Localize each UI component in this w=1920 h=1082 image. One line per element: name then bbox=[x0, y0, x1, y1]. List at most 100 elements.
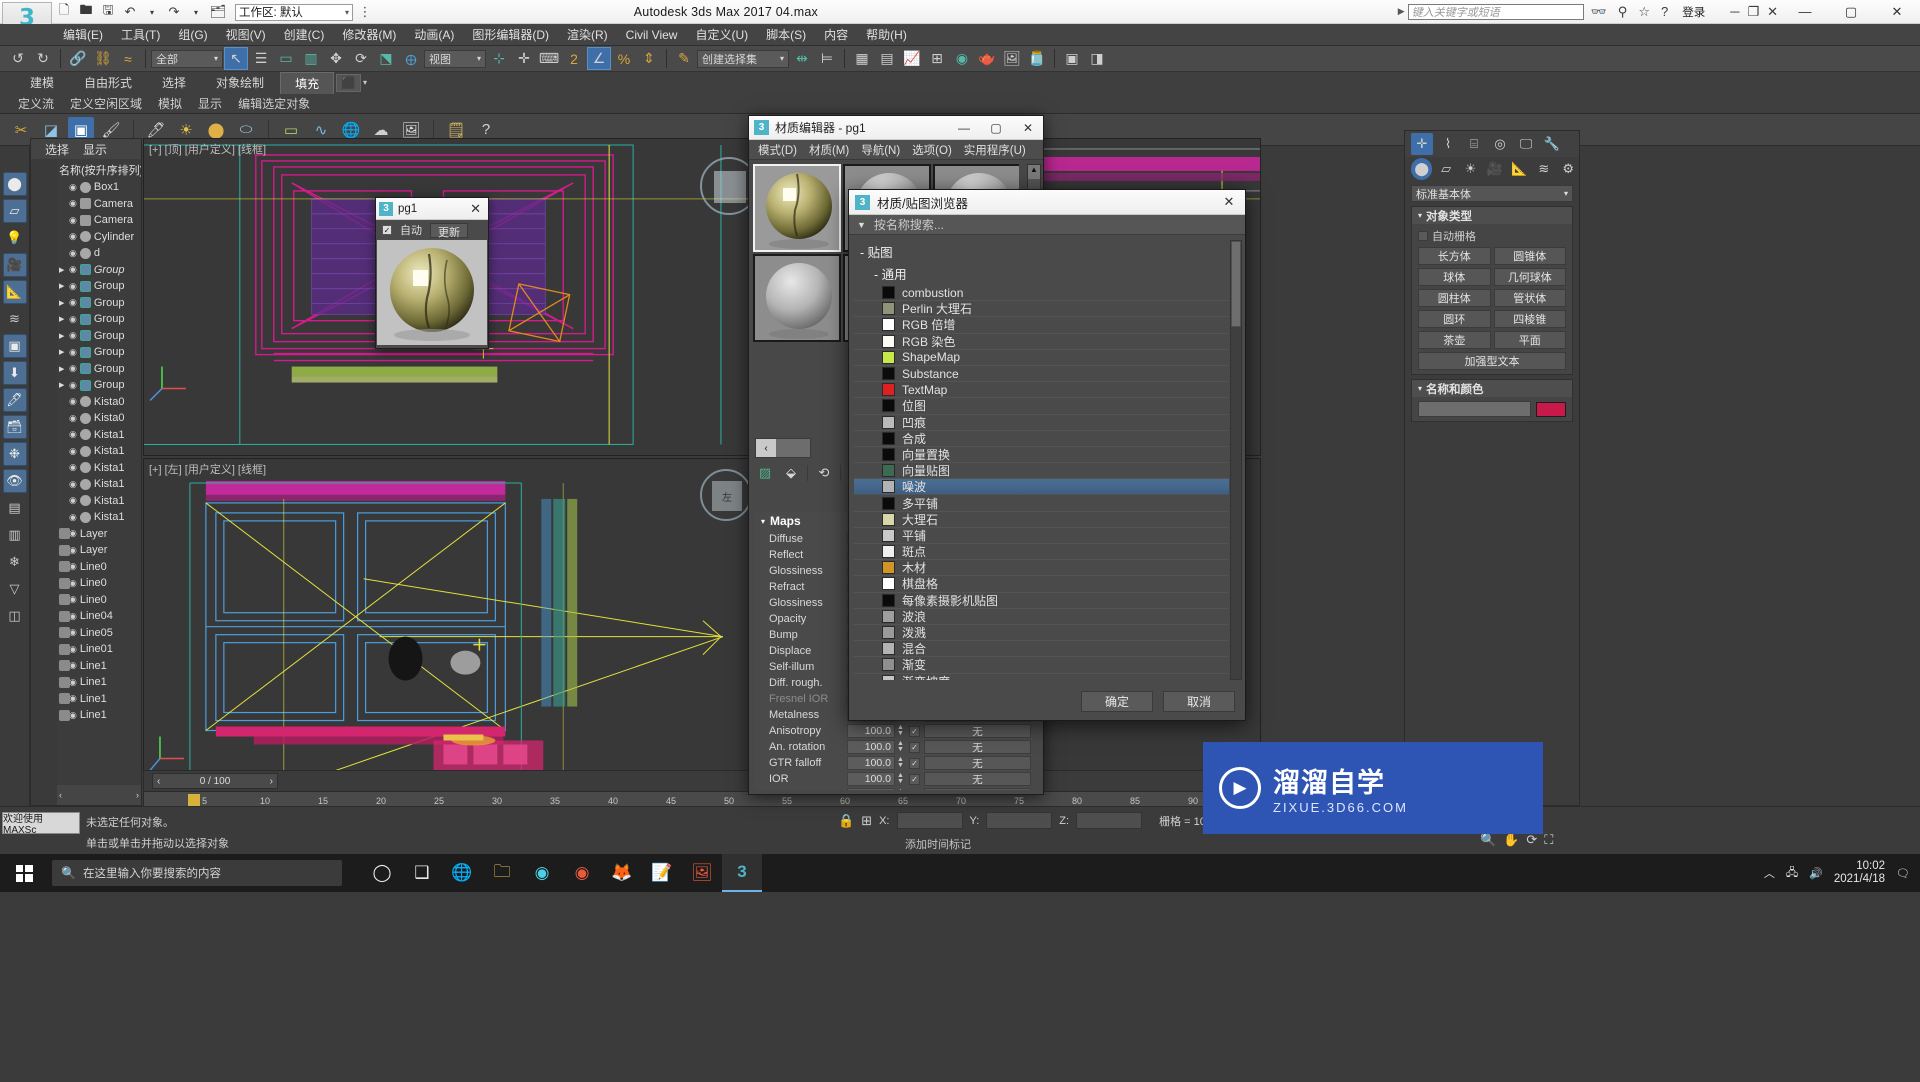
expand-triangle-icon[interactable]: ▶ bbox=[59, 299, 66, 307]
spacewarps-category-icon[interactable]: ≋ bbox=[1533, 158, 1554, 180]
browser-item[interactable]: RGB 染色 bbox=[854, 334, 1229, 350]
maps-row-checkbox[interactable]: ✓ bbox=[909, 757, 920, 769]
show-hidden-icons[interactable]: ︿ bbox=[1764, 865, 1775, 881]
ribbon-tab-object-paint[interactable]: 对象绘制 bbox=[202, 72, 278, 93]
view-cube-face-top[interactable] bbox=[714, 171, 746, 203]
align-button[interactable]: ⊨ bbox=[815, 47, 839, 70]
photoshop-icon[interactable]: 🖼 bbox=[682, 854, 722, 892]
app-restore-icon[interactable]: ❐ bbox=[1743, 4, 1763, 20]
taskbar-clock[interactable]: 10:02 2021/4/18 bbox=[1834, 860, 1885, 886]
undo-icon[interactable]: ↶ bbox=[120, 2, 140, 22]
visibility-eye-icon[interactable]: ◉ bbox=[69, 347, 77, 358]
visibility-eye-icon[interactable]: ◉ bbox=[69, 215, 77, 226]
maps-row[interactable]: Translucent100.0▲▼ ✓ 无 bbox=[755, 787, 1031, 790]
ribbon-tab-selection[interactable]: 选择 bbox=[148, 72, 200, 93]
browser-item[interactable]: 大理石 bbox=[854, 512, 1229, 528]
object-button-sphere[interactable]: 球体 bbox=[1418, 268, 1491, 286]
explorer-row[interactable]: ◉ Line01 bbox=[57, 641, 141, 658]
browser-group-maps[interactable]: - 贴图 bbox=[854, 240, 1229, 263]
explorer-row[interactable]: ◉ Line0 bbox=[57, 575, 141, 592]
explorer-row[interactable]: ▶ ◉ Group bbox=[57, 311, 141, 328]
explorer-tab-display[interactable]: 显示 bbox=[83, 141, 107, 158]
maps-row-slot-button[interactable]: 无 bbox=[924, 740, 1031, 754]
visibility-eye-icon[interactable]: ◉ bbox=[69, 380, 77, 391]
helpers-icon[interactable]: 📐 bbox=[2, 280, 27, 304]
visibility-eye-icon[interactable]: ◉ bbox=[69, 677, 77, 688]
browser-item[interactable]: 每像素摄影机贴图 bbox=[854, 593, 1229, 609]
autogrid-row[interactable]: 自动栅格 bbox=[1418, 228, 1566, 244]
name-color-title[interactable]: ▾ 名称和颜色 bbox=[1412, 380, 1572, 397]
browser-item[interactable]: 向量置换 bbox=[854, 447, 1229, 464]
app-min-icon[interactable]: ─ bbox=[1726, 4, 1743, 19]
rectangular-select-region-button[interactable]: ▭ bbox=[274, 47, 298, 70]
percent-snap-button[interactable]: % bbox=[612, 47, 636, 70]
collapse-icon[interactable]: ▾ bbox=[1418, 211, 1422, 220]
chrome-icon[interactable]: ◉ bbox=[562, 854, 602, 892]
workspace-selector[interactable]: 工作区: 默认 ▾ bbox=[235, 3, 353, 21]
visibility-eye-icon[interactable]: ◉ bbox=[69, 627, 77, 638]
window-crossing-button[interactable]: ▥ bbox=[299, 47, 323, 70]
properties-icon[interactable]: ▥ bbox=[3, 523, 27, 547]
unlink-button[interactable]: ⛓ bbox=[91, 47, 115, 70]
viewport-top-label[interactable]: [+] [顶] [用户定义] [线框] bbox=[149, 141, 266, 157]
space-warps-icon[interactable]: ≋ bbox=[3, 307, 27, 331]
new-file-icon[interactable]: 🗋 bbox=[54, 2, 74, 22]
object-button-tube[interactable]: 管状体 bbox=[1493, 289, 1566, 307]
reference-coord-dropdown[interactable]: 视图 ▾ bbox=[424, 49, 486, 68]
explorer-row[interactable]: ▶ ◉ Group bbox=[57, 344, 141, 361]
edge-browser-icon[interactable]: 🌐 bbox=[442, 854, 482, 892]
object-button-box[interactable]: 长方体 bbox=[1418, 247, 1491, 265]
expand-triangle-icon[interactable]: ▶ bbox=[59, 315, 66, 323]
explorer-row[interactable]: ◉ Kista1 bbox=[57, 493, 141, 510]
object-button-plane[interactable]: 平面 bbox=[1493, 331, 1566, 349]
view-cube-left[interactable]: 左 bbox=[700, 469, 752, 521]
modify-tab[interactable]: ⌇ bbox=[1437, 133, 1459, 155]
menu-item-0[interactable]: 编辑(E) bbox=[54, 24, 112, 45]
network-icon[interactable]: 🖧 bbox=[1786, 864, 1798, 883]
maps-row[interactable]: IOR 100.0 ▲ ▼ ✓ 无 bbox=[755, 771, 1031, 787]
max-icon[interactable]: 3 bbox=[722, 854, 762, 892]
render-production-button[interactable]: 🫙 bbox=[1025, 47, 1049, 70]
help-question-icon[interactable]: ? bbox=[1657, 4, 1672, 19]
explorer-row[interactable]: ◉ Kista0 bbox=[57, 410, 141, 427]
menu-item-13[interactable]: 帮助(H) bbox=[857, 24, 916, 45]
visibility-eye-icon[interactable]: ◉ bbox=[69, 363, 77, 374]
maps-row-amount[interactable]: 100.0 bbox=[847, 724, 895, 738]
menu-item-11[interactable]: 脚本(S) bbox=[757, 24, 815, 45]
redo-button[interactable]: ↻ bbox=[31, 47, 55, 70]
paint-icon[interactable]: 🖊 bbox=[2, 388, 27, 412]
menu-item-3[interactable]: 视图(V) bbox=[217, 24, 275, 45]
maps-row-amount[interactable]: 100.0 bbox=[847, 772, 895, 786]
pg1-auto-checkbox[interactable]: ✓ bbox=[382, 225, 392, 235]
browser-item-selected[interactable]: 噪波 bbox=[854, 479, 1229, 496]
create-tab[interactable]: ✛ bbox=[1411, 133, 1433, 155]
chevron-down-icon[interactable]: ▾ bbox=[780, 54, 784, 63]
maximize-viewport-icon[interactable]: ⛶ bbox=[1544, 832, 1553, 848]
object-color-swatch[interactable] bbox=[1536, 401, 1566, 417]
reset-map-icon[interactable]: ⟲ bbox=[814, 463, 834, 483]
activeshade-button[interactable]: ◨ bbox=[1085, 47, 1109, 70]
zoom-icon[interactable]: 🔍 bbox=[1480, 832, 1496, 848]
systems-icon[interactable]: ▣ bbox=[2, 334, 27, 358]
visibility-eye-icon[interactable]: ◉ bbox=[69, 281, 77, 292]
chevron-down-icon[interactable]: ▾ bbox=[1564, 189, 1568, 198]
container-icon[interactable]: 🗃 bbox=[2, 415, 27, 439]
object-name-field[interactable] bbox=[1418, 401, 1531, 417]
utilities-tab[interactable]: 🔧 bbox=[1541, 133, 1563, 155]
autogrid-checkbox[interactable] bbox=[1418, 231, 1428, 241]
visibility-eye-icon[interactable]: ◉ bbox=[69, 660, 77, 671]
visibility-icon[interactable]: 👁 bbox=[2, 469, 27, 493]
volume-icon[interactable]: 🔊 bbox=[1809, 867, 1823, 880]
explorer-row[interactable]: ◉ Cylinder bbox=[57, 229, 141, 246]
ribbon-tab-populate[interactable]: 填充 bbox=[280, 71, 335, 94]
schematic-view-button[interactable]: ⊞ bbox=[925, 47, 949, 70]
close-button[interactable]: ✕ bbox=[1874, 0, 1920, 24]
pg1-preview-window[interactable]: 3 pg1 ✕ ✓ 自动 更新 bbox=[375, 197, 489, 349]
material-editor-title-bar[interactable]: 3 材质编辑器 - pg1 — ▢ ✕ bbox=[749, 116, 1043, 140]
frame-next-icon[interactable]: › bbox=[270, 776, 273, 787]
browser-item[interactable]: 木材 bbox=[854, 560, 1229, 577]
search-binoculars-icon[interactable]: 👓 bbox=[1587, 4, 1611, 20]
maps-row-slot-button[interactable]: 无 bbox=[924, 756, 1031, 770]
visibility-eye-icon[interactable]: ◉ bbox=[69, 495, 77, 506]
browser-item[interactable]: 混合 bbox=[854, 641, 1229, 658]
